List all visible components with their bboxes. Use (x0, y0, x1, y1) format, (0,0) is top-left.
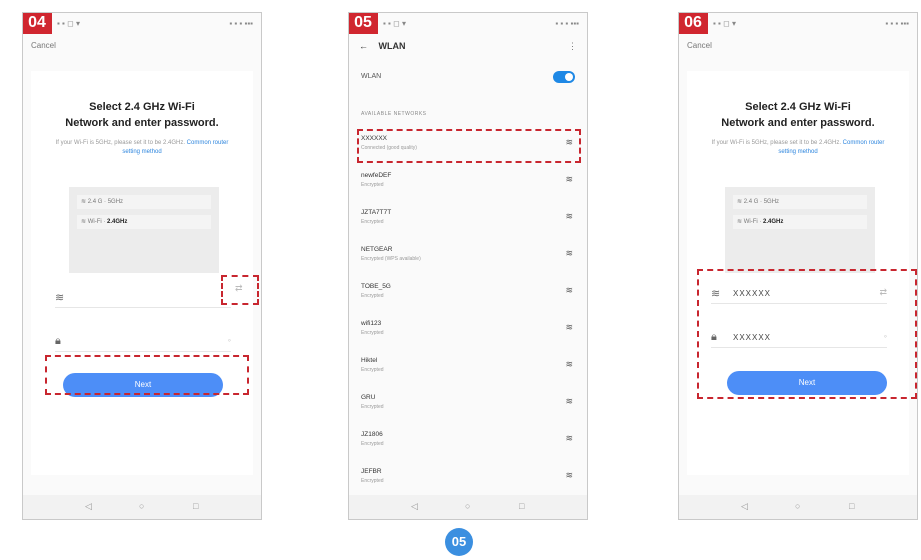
switch-network-icon[interactable]: ⇄ (235, 283, 243, 294)
status-bar-left: ▪ ▪ ◻ ▾ (57, 19, 80, 28)
setup-card: Select 2.4 GHz Wi-Fi Network and enter p… (31, 71, 253, 475)
home-icon[interactable]: ○ (139, 501, 144, 511)
step-badge: 06 (679, 13, 708, 34)
phone-screen-step-04: 04 ▪ ▪ ◻ ▾ ▪ ▪ ▪ ▪▪▪ Cancel Select 2.4 G… (22, 12, 262, 520)
recents-icon[interactable]: □ (519, 501, 524, 511)
highlight-selected-network (357, 129, 581, 163)
network-status: Encrypted (361, 367, 384, 373)
navigation-bar: ◁ ○ □ (349, 495, 587, 519)
wifi-signal-icon: ≋ (565, 396, 573, 406)
highlight-switch-wifi: ⇄ (221, 275, 259, 305)
wifi-signal-icon: ≋ (565, 174, 573, 184)
hint-text: If your Wi-Fi is 5GHz, please set it to … (55, 140, 229, 155)
back-icon[interactable]: ◁ (85, 501, 92, 512)
network-status: Encrypted (361, 293, 384, 299)
network-status: Encrypted (361, 182, 384, 188)
wifi-signal-icon: ≋ (565, 322, 573, 332)
network-status: Encrypted (361, 441, 384, 447)
lock-icon: 🔒︎ (55, 335, 61, 347)
network-ssid: TOBE_5G (361, 283, 391, 290)
step-indicator-badge: 05 (445, 528, 473, 556)
network-row[interactable]: JZTA7T7T Encrypted ≋ (349, 203, 587, 240)
network-row[interactable]: newfeDEF Encrypted ≋ (349, 166, 587, 203)
hint-text: If your Wi-Fi is 5GHz, please set it to … (711, 140, 885, 155)
network-status: Encrypted (361, 330, 384, 336)
page-title: WLAN (378, 41, 406, 51)
wifi-icon: ≋ (55, 292, 65, 304)
network-ssid: newfeDEF (361, 172, 392, 179)
phone-screen-step-06: 06 ▪ ▪ ◻ ▾ ▪ ▪ ▪ ▪▪▪ Cancel Select 2.4 G… (678, 12, 918, 520)
highlight-filled-fields (697, 269, 917, 399)
network-status: Encrypted (361, 219, 384, 225)
cancel-button[interactable]: Cancel (687, 41, 712, 50)
navigation-bar: ◁ ○ □ (23, 495, 261, 519)
cancel-button[interactable]: Cancel (31, 41, 56, 50)
network-status: Encrypted (361, 478, 384, 484)
back-arrow-icon[interactable]: ← (359, 41, 368, 51)
step-badge: 05 (349, 13, 378, 34)
more-options-icon[interactable]: ⋮ (568, 41, 577, 52)
network-row[interactable]: GRU Encrypted ≋ (349, 388, 587, 425)
network-ssid: wifi123 (361, 320, 382, 327)
wifi-ssid-field[interactable]: ≋ (55, 289, 231, 308)
status-bar-right: ▪ ▪ ▪ ▪▪▪ (229, 19, 253, 28)
illustration-row: ≋ 2.4 G · 5GHz (77, 195, 211, 209)
wifi-signal-icon: ≋ (565, 359, 573, 369)
wifi-signal-icon: ≋ (565, 248, 573, 258)
status-bar-right: ▪ ▪ ▪ ▪▪▪ (555, 19, 579, 28)
status-bar-left: ▪ ▪ ◻ ▾ (713, 19, 736, 28)
wlan-toggle-label: WLAN (361, 73, 382, 80)
home-icon[interactable]: ○ (465, 501, 470, 511)
network-row[interactable]: wifi123 Encrypted ≋ (349, 314, 587, 351)
network-ssid: GRU (361, 394, 376, 401)
eye-icon[interactable]: ◦ (228, 335, 231, 345)
highlight-next-button (45, 355, 249, 395)
network-ssid: NETGEAR (361, 246, 393, 253)
back-icon[interactable]: ◁ (741, 501, 748, 512)
navigation-bar: ◁ ○ □ (679, 495, 917, 519)
back-icon[interactable]: ◁ (411, 501, 418, 512)
status-bar-right: ▪ ▪ ▪ ▪▪▪ (885, 19, 909, 28)
wifi-signal-icon: ≋ (565, 285, 573, 295)
network-ssid: Hiktel (361, 357, 378, 364)
wifi-signal-icon: ≋ (565, 433, 573, 443)
wifi-signal-icon: ≋ (565, 470, 573, 480)
network-row[interactable]: NETGEAR Encrypted (WPS available) ≋ (349, 240, 587, 277)
section-header: AVAILABLE NETWORKS (361, 111, 427, 117)
wifi-illustration: ≋ 2.4 G · 5GHz ≋ Wi-Fi · 2.4GHz (69, 187, 219, 273)
illustration-row: ≋ 2.4 G · 5GHz (733, 195, 867, 209)
password-field[interactable]: 🔒︎ ◦ (55, 333, 231, 352)
illustration-row: ≋ Wi-Fi · 2.4GHz (77, 215, 211, 229)
wifi-signal-icon: ≋ (565, 211, 573, 221)
page-title: Select 2.4 GHz Wi-Fi Network and enter p… (721, 101, 875, 129)
network-row[interactable]: TOBE_5G Encrypted ≋ (349, 277, 587, 314)
network-row[interactable]: Hiktel Encrypted ≋ (349, 351, 587, 388)
network-status: Encrypted (WPS available) (361, 256, 421, 262)
phone-screen-step-05: 05 ▪ ▪ ◻ ▾ ▪ ▪ ▪ ▪▪▪ ← WLAN ⋮ WLAN AVAIL… (348, 12, 588, 520)
status-bar-left: ▪ ▪ ◻ ▾ (383, 19, 406, 28)
page-title: Select 2.4 GHz Wi-Fi Network and enter p… (65, 101, 219, 129)
network-ssid: JZ1806 (361, 431, 383, 438)
network-row[interactable]: JEFBR Encrypted ≋ (349, 462, 587, 499)
home-icon[interactable]: ○ (795, 501, 800, 511)
network-ssid: JZTA7T7T (361, 209, 392, 216)
wlan-header: ← WLAN (359, 41, 406, 51)
wlan-toggle[interactable] (553, 71, 575, 83)
recents-icon[interactable]: □ (193, 501, 198, 511)
wifi-illustration: ≋ 2.4 G · 5GHz ≋ Wi-Fi · 2.4GHz (725, 187, 875, 273)
recents-icon[interactable]: □ (849, 501, 854, 511)
network-ssid: JEFBR (361, 468, 382, 475)
network-status: Encrypted (361, 404, 384, 410)
network-row[interactable]: JZ1806 Encrypted ≋ (349, 425, 587, 462)
illustration-row: ≋ Wi-Fi · 2.4GHz (733, 215, 867, 229)
step-badge: 04 (23, 13, 52, 34)
